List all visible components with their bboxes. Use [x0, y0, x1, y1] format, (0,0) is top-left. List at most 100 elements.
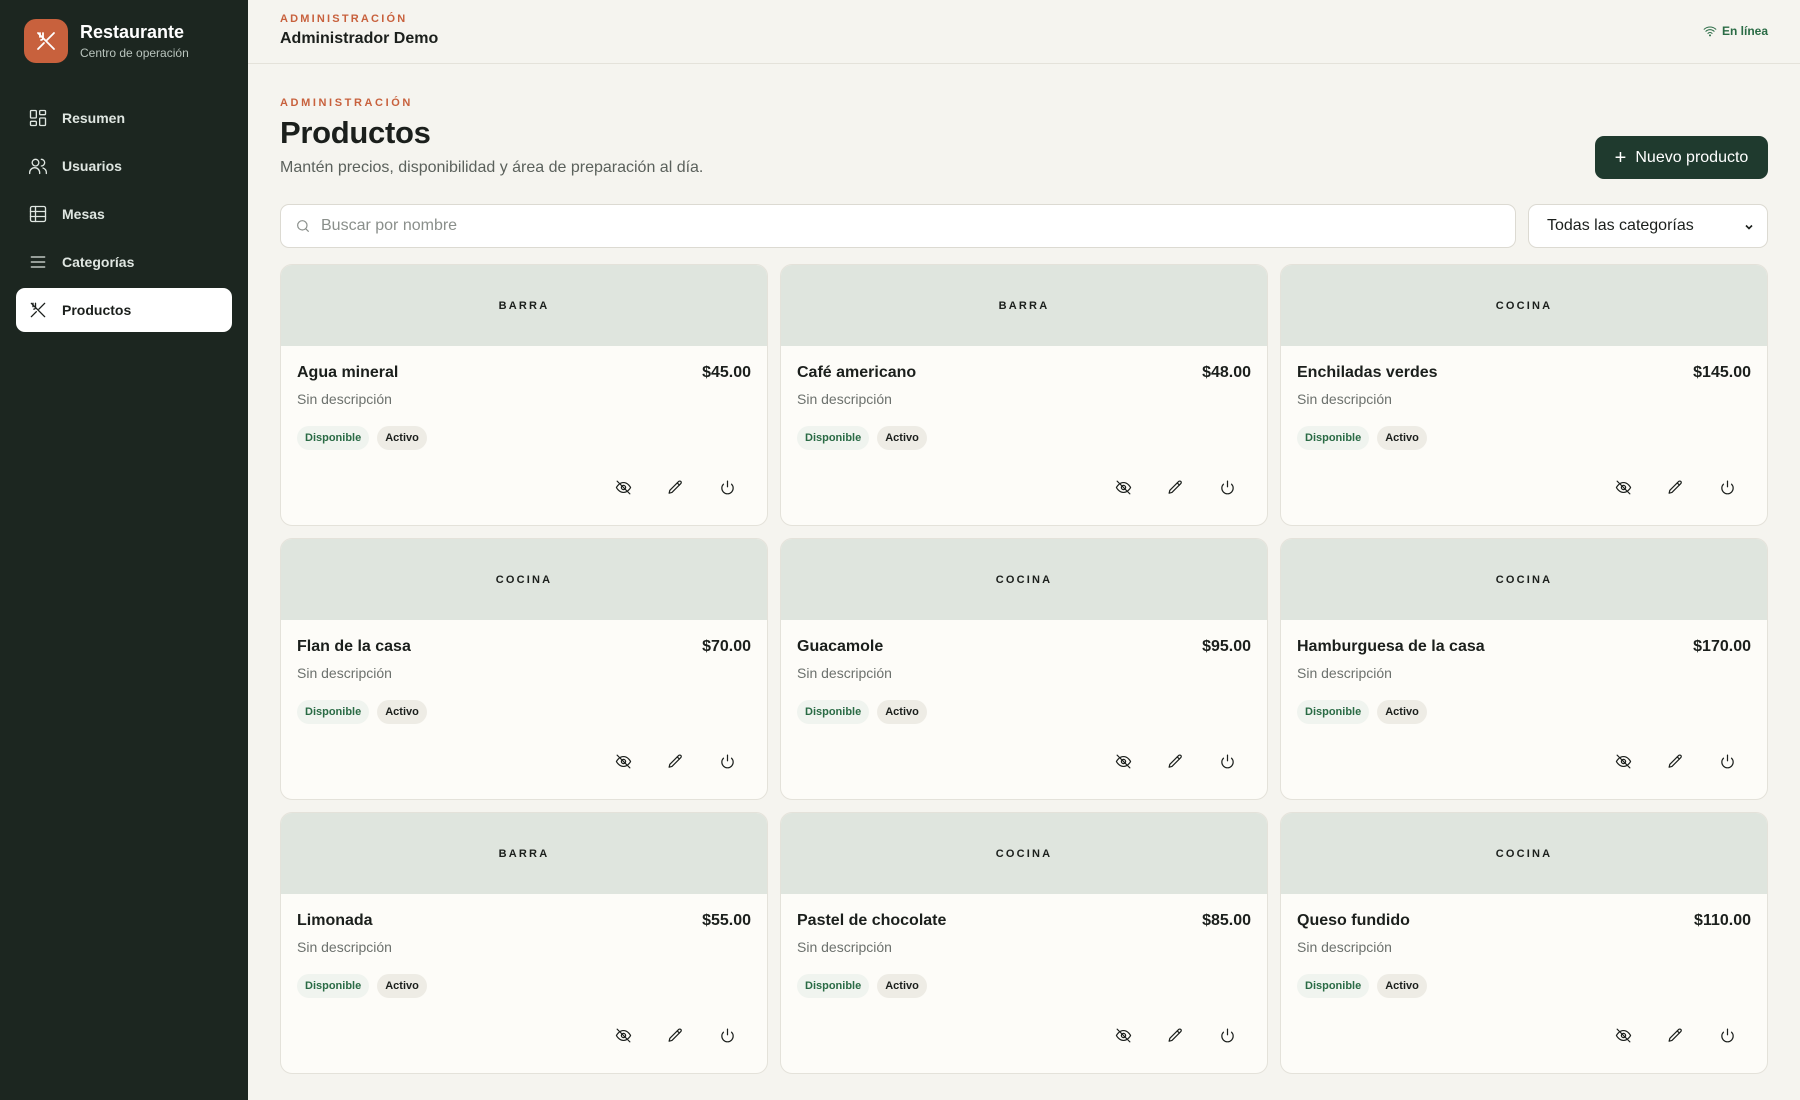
- availability-badge: Disponible: [797, 426, 870, 450]
- search-input[interactable]: [321, 217, 1501, 235]
- app-name: Restaurante: [80, 22, 185, 42]
- product-description: Sin descripción: [1297, 665, 1392, 681]
- product-actions: [1081, 477, 1237, 497]
- prep-area-label: COCINA: [1281, 539, 1767, 620]
- product-actions: [1581, 1025, 1737, 1045]
- page-subtitle: Mantén precios, disponibilidad y área de…: [280, 159, 704, 176]
- product-price: $45.00: [702, 364, 751, 381]
- edit-product-button[interactable]: [1665, 751, 1685, 771]
- product-card: BARRA Agua mineral $45.00 Sin descripció…: [280, 264, 768, 526]
- product-price: $70.00: [702, 638, 751, 655]
- toggle-product-button[interactable]: [717, 1025, 737, 1045]
- current-user: Administrador Demo: [280, 30, 439, 47]
- status-badge: Activo: [377, 974, 427, 998]
- list-icon: [30, 256, 46, 268]
- eye-off-icon: [1615, 1028, 1631, 1042]
- product-name: Café americano: [797, 364, 917, 381]
- product-description: Sin descripción: [797, 939, 892, 955]
- app-subtitle: Centro de operación: [80, 46, 189, 60]
- product-price: $48.00: [1202, 364, 1251, 381]
- dashboard-icon: [29, 109, 47, 127]
- prep-area-label: BARRA: [281, 265, 767, 346]
- hide-product-button[interactable]: [1613, 477, 1633, 497]
- product-description: Sin descripción: [297, 391, 392, 407]
- toggle-product-button[interactable]: [1217, 477, 1237, 497]
- availability-badge: Disponible: [1297, 426, 1370, 450]
- pencil-icon: [1668, 479, 1682, 494]
- power-icon: [1220, 1028, 1234, 1042]
- product-name: Flan de la casa: [297, 638, 411, 655]
- product-actions: [1581, 751, 1737, 771]
- new-product-button[interactable]: + Nuevo producto: [1595, 136, 1768, 179]
- sidebar-item-productos[interactable]: Productos: [16, 288, 232, 332]
- product-name: Guacamole: [797, 638, 884, 655]
- status-badge: Activo: [1377, 974, 1427, 998]
- availability-badge: Disponible: [297, 974, 370, 998]
- pencil-icon: [1168, 479, 1182, 494]
- product-price: $110.00: [1694, 912, 1751, 929]
- product-name: Agua mineral: [297, 364, 399, 381]
- sidebar-item-usuarios[interactable]: Usuarios: [16, 144, 232, 188]
- product-actions: [1081, 1025, 1237, 1045]
- toggle-product-button[interactable]: [1717, 751, 1737, 771]
- hide-product-button[interactable]: [1613, 1025, 1633, 1045]
- prep-area-label: COCINA: [1281, 265, 1767, 346]
- sidebar-item-label: Resumen: [62, 110, 126, 126]
- hide-product-button[interactable]: [613, 751, 633, 771]
- power-icon: [720, 480, 734, 494]
- hide-product-button[interactable]: [1613, 751, 1633, 771]
- prep-area-label: COCINA: [1281, 813, 1767, 894]
- eye-off-icon: [1115, 1028, 1131, 1042]
- product-name: Queso fundido: [1297, 912, 1410, 929]
- power-icon: [1720, 480, 1734, 494]
- status-badge: Activo: [877, 700, 927, 724]
- hide-product-button[interactable]: [1113, 477, 1133, 497]
- edit-product-button[interactable]: [1165, 751, 1185, 771]
- edit-product-button[interactable]: [1665, 1025, 1685, 1045]
- hide-product-button[interactable]: [1113, 751, 1133, 771]
- new-product-label: Nuevo producto: [1635, 148, 1749, 166]
- availability-badge: Disponible: [797, 700, 870, 724]
- edit-product-button[interactable]: [1665, 477, 1685, 497]
- status-badge: Activo: [1377, 700, 1427, 724]
- product-grid: BARRA Agua mineral $45.00 Sin descripció…: [280, 264, 1768, 1074]
- edit-product-button[interactable]: [665, 477, 685, 497]
- hide-product-button[interactable]: [613, 1025, 633, 1045]
- edit-product-button[interactable]: [1165, 477, 1185, 497]
- sidebar-item-categorias[interactable]: Categorías: [16, 240, 232, 284]
- power-icon: [720, 754, 734, 768]
- edit-product-button[interactable]: [665, 1025, 685, 1045]
- power-icon: [1720, 754, 1734, 768]
- toggle-product-button[interactable]: [1217, 751, 1237, 771]
- status-badge: Activo: [877, 426, 927, 450]
- power-icon: [1720, 1028, 1734, 1042]
- edit-product-button[interactable]: [1165, 1025, 1185, 1045]
- toggle-product-button[interactable]: [1717, 1025, 1737, 1045]
- prep-area-label: COCINA: [281, 539, 767, 620]
- connection-status: En línea: [1703, 24, 1768, 38]
- product-price: $95.00: [1202, 638, 1251, 655]
- edit-product-button[interactable]: [665, 751, 685, 771]
- sidebar-item-mesas[interactable]: Mesas: [16, 192, 232, 236]
- product-card: BARRA Café americano $48.00 Sin descripc…: [780, 264, 1268, 526]
- hide-product-button[interactable]: [613, 477, 633, 497]
- eye-off-icon: [1115, 754, 1131, 768]
- utensils-icon: [24, 19, 68, 63]
- sidebar-item-label: Productos: [62, 302, 132, 318]
- product-price: $170.00: [1693, 638, 1751, 655]
- product-card: COCINA Flan de la casa $70.00 Sin descri…: [280, 538, 768, 800]
- toggle-product-button[interactable]: [1217, 1025, 1237, 1045]
- hide-product-button[interactable]: [1113, 1025, 1133, 1045]
- toggle-product-button[interactable]: [1717, 477, 1737, 497]
- sidebar-item-resumen[interactable]: Resumen: [16, 96, 232, 140]
- eye-off-icon: [1115, 480, 1131, 494]
- toggle-product-button[interactable]: [717, 751, 737, 771]
- category-select[interactable]: Todas las categorías: [1528, 204, 1768, 248]
- product-name: Pastel de chocolate: [797, 912, 947, 929]
- toggle-product-button[interactable]: [717, 477, 737, 497]
- availability-badge: Disponible: [297, 426, 370, 450]
- category-select-value: Todas las categorías: [1547, 217, 1694, 234]
- wifi-icon: [1703, 26, 1717, 37]
- status-label: En línea: [1721, 24, 1768, 38]
- sidebar-item-label: Categorías: [62, 254, 135, 270]
